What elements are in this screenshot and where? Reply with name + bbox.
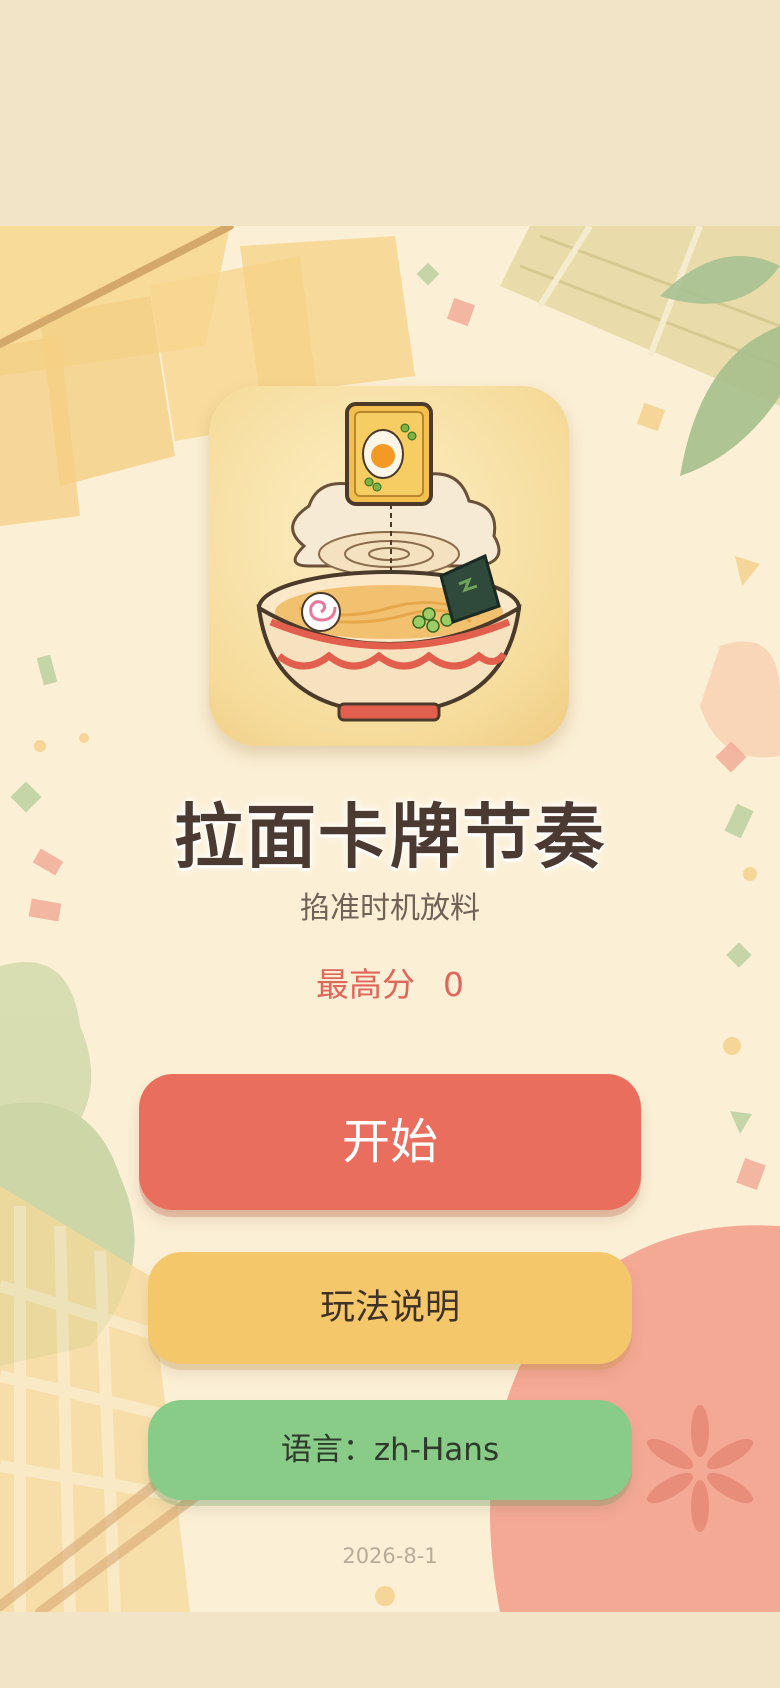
title-screen: 拉面卡牌节奏 掐准时机放料 最高分 0 开始 玩法说明 语言：zh-Hans 20… bbox=[0, 226, 780, 1612]
high-score-label: 最高分 bbox=[316, 965, 415, 1004]
ramen-bowl-icon bbox=[256, 402, 522, 722]
high-score-value: 0 bbox=[443, 965, 464, 1004]
high-score: 最高分 0 bbox=[0, 958, 780, 1006]
game-logo-icon bbox=[209, 386, 569, 746]
language-button[interactable]: 语言：zh-Hans bbox=[148, 1400, 632, 1500]
how-to-play-button[interactable]: 玩法说明 bbox=[148, 1252, 632, 1364]
narutomaki-icon bbox=[301, 592, 341, 632]
start-button[interactable]: 开始 bbox=[139, 1074, 641, 1210]
version-label: 2026-8-1 bbox=[342, 1544, 438, 1568]
game-subtitle: 掐准时机放料 bbox=[300, 891, 480, 926]
game-title: 拉面卡牌节奏 bbox=[174, 796, 606, 878]
